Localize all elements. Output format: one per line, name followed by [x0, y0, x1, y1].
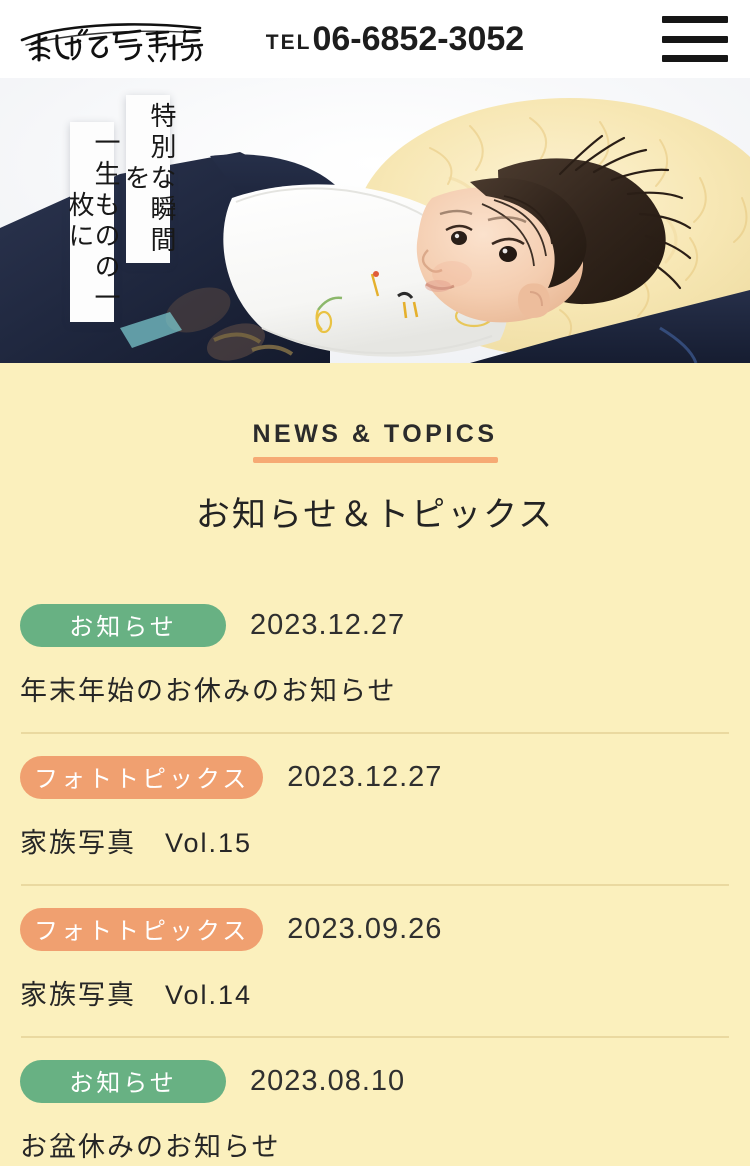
- news-category-badge: お知らせ: [20, 604, 226, 647]
- news-category-badge: フォトトピックス: [20, 756, 264, 799]
- news-item-date: 2023.12.27: [287, 761, 443, 793]
- news-item-meta: お知らせ 2023.12.27: [20, 604, 730, 647]
- news-item-date: 2023.08.10: [250, 1065, 406, 1097]
- news-list-item[interactable]: フォトトピックス 2023.12.27 家族写真 Vol.15: [20, 734, 730, 886]
- site-header: TEL 06-6852-3052: [0, 0, 750, 78]
- news-list-item[interactable]: お知らせ 2023.12.27 年末年始のお休みのお知らせ: [20, 582, 730, 734]
- news-item-content: フォトトピックス 2023.09.26 家族写真 Vol.14: [20, 886, 730, 1036]
- site-logo[interactable]: [16, 14, 206, 66]
- news-item-content: お知らせ 2023.08.10 お盆休みのお知らせ: [20, 1038, 730, 1166]
- news-item-meta: お知らせ 2023.08.10: [20, 1060, 730, 1103]
- news-list: お知らせ 2023.12.27 年末年始のお休みのお知らせフォトトピックス 2023.…: [20, 582, 730, 1166]
- news-item-title[interactable]: 家族写真 Vol.15: [20, 821, 730, 860]
- news-topics-section: NEWS & TOPICS お知らせ＆トピックス お知らせ 2023.12.27 年…: [0, 363, 750, 1166]
- news-item-date: 2023.12.27: [250, 609, 406, 641]
- news-item-content: フォトトピックス 2023.12.27 家族写真 Vol.15: [20, 734, 730, 884]
- news-item-title[interactable]: 年末年始のお休みのお知らせ: [20, 669, 730, 708]
- news-item-meta: フォトトピックス 2023.09.26: [20, 908, 730, 951]
- hero-captions: 特別な瞬間を 一生ものの一枚に: [0, 78, 750, 363]
- news-item-content: お知らせ 2023.12.27 年末年始のお休みのお知らせ: [20, 582, 730, 732]
- news-title-jp: お知らせ＆トピックス: [195, 496, 555, 534]
- news-item-meta: フォトトピックス 2023.12.27: [20, 756, 730, 799]
- phone-link[interactable]: TEL 06-6852-3052: [266, 20, 524, 59]
- news-title-en: NEWS & TOPICS: [252, 420, 498, 463]
- hamburger-bar-3: [662, 55, 728, 62]
- news-category-badge: フォトトピックス: [20, 908, 264, 951]
- hamburger-bar-1: [662, 16, 728, 23]
- hero-banner: 特別な瞬間を 一生ものの一枚に: [0, 78, 750, 363]
- tel-label: TEL: [265, 30, 312, 54]
- hero-caption-2: 一生ものの一枚に: [65, 122, 120, 322]
- handwritten-logo-icon: [20, 23, 204, 63]
- news-heading: NEWS & TOPICS お知らせ＆トピックス: [20, 363, 730, 536]
- news-list-item[interactable]: お知らせ 2023.08.10 お盆休みのお知らせ: [20, 1038, 730, 1166]
- hamburger-menu-icon[interactable]: [662, 16, 728, 62]
- news-item-date: 2023.09.26: [287, 913, 443, 945]
- news-item-title[interactable]: お盆休みのお知らせ: [20, 1125, 730, 1164]
- hamburger-bar-2: [662, 35, 728, 43]
- news-list-item[interactable]: フォトトピックス 2023.09.26 家族写真 Vol.14: [20, 886, 730, 1038]
- tel-number: 06-6852-3052: [312, 19, 525, 58]
- hero-caption-1: 特別な瞬間を: [121, 95, 176, 263]
- news-item-title[interactable]: 家族写真 Vol.14: [20, 973, 730, 1012]
- news-category-badge: お知らせ: [20, 1060, 226, 1103]
